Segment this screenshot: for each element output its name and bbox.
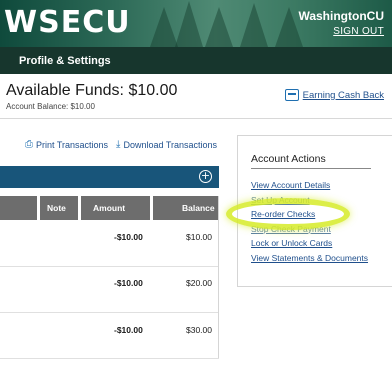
transactions-toolbar: + xyxy=(0,166,219,188)
sign-out-link[interactable]: SIGN OUT xyxy=(333,26,384,37)
column-separator xyxy=(78,196,81,220)
view-account-details-link[interactable]: View Account Details xyxy=(251,180,368,195)
print-transactions-button[interactable]: ⎙ Print Transactions xyxy=(25,139,108,150)
row-amount: -$10.00 xyxy=(114,232,143,242)
col-balance[interactable]: Balance xyxy=(182,203,215,213)
tree-decoration xyxy=(205,7,233,47)
row-balance: $30.00 xyxy=(186,325,212,335)
account-actions-title: Account Actions xyxy=(251,153,326,165)
row-balance: $10.00 xyxy=(186,232,212,242)
main-nav: Profile & Settings xyxy=(0,47,392,74)
available-funds-amount: $10.00 xyxy=(128,82,178,99)
transactions-table-header: Note Amount Balance xyxy=(0,196,219,220)
row-amount: -$10.00 xyxy=(114,278,143,288)
available-funds-heading: Available Funds: $10.00 xyxy=(6,82,177,100)
table-border xyxy=(218,196,219,358)
cash-register-icon xyxy=(284,89,299,101)
site-header: WSECU WashingtonCU SIGN OUT xyxy=(0,0,392,47)
divider xyxy=(0,118,392,119)
row-balance: $20.00 xyxy=(186,278,212,288)
earning-cash-back-link[interactable]: Earning Cash Back xyxy=(303,90,384,101)
download-icon: ⤓ xyxy=(116,139,121,150)
panel-divider xyxy=(251,168,371,169)
table-row[interactable]: -$10.00 $20.00 xyxy=(0,267,219,313)
earning-cash-back[interactable]: Earning Cash Back xyxy=(284,89,384,101)
highlight-circle xyxy=(226,198,350,230)
nav-profile-settings[interactable]: Profile & Settings xyxy=(19,55,111,67)
account-balance: Account Balance: $10.00 xyxy=(6,102,95,111)
tree-decoration xyxy=(150,7,178,47)
printer-icon: ⎙ xyxy=(25,139,33,150)
transaction-actions: ⎙ Print Transactions ⤓ Download Transact… xyxy=(25,139,217,150)
expand-plus-icon[interactable]: + xyxy=(199,170,212,183)
col-amount[interactable]: Amount xyxy=(93,203,125,213)
tree-decoration xyxy=(240,3,268,47)
row-amount: -$10.00 xyxy=(114,325,143,335)
tree-decoration xyxy=(175,1,203,47)
available-funds-label: Available Funds: xyxy=(6,82,124,99)
download-transactions-button[interactable]: ⤓ Download Transactions xyxy=(116,139,217,150)
lock-unlock-cards-link[interactable]: Lock or Unlock Cards xyxy=(251,238,368,253)
table-row[interactable]: -$10.00 $30.00 xyxy=(0,313,219,359)
column-separator xyxy=(150,196,153,220)
user-name: WashingtonCU xyxy=(298,9,384,23)
print-transactions-label: Print Transactions xyxy=(36,139,109,150)
download-transactions-label: Download Transactions xyxy=(123,139,218,150)
col-note[interactable]: Note xyxy=(47,203,66,213)
wsecu-logo[interactable]: WSECU xyxy=(4,6,131,40)
table-row[interactable]: -$10.00 $10.00 xyxy=(0,220,219,267)
view-statements-link[interactable]: View Statements & Documents xyxy=(251,253,368,268)
column-separator xyxy=(37,196,40,220)
